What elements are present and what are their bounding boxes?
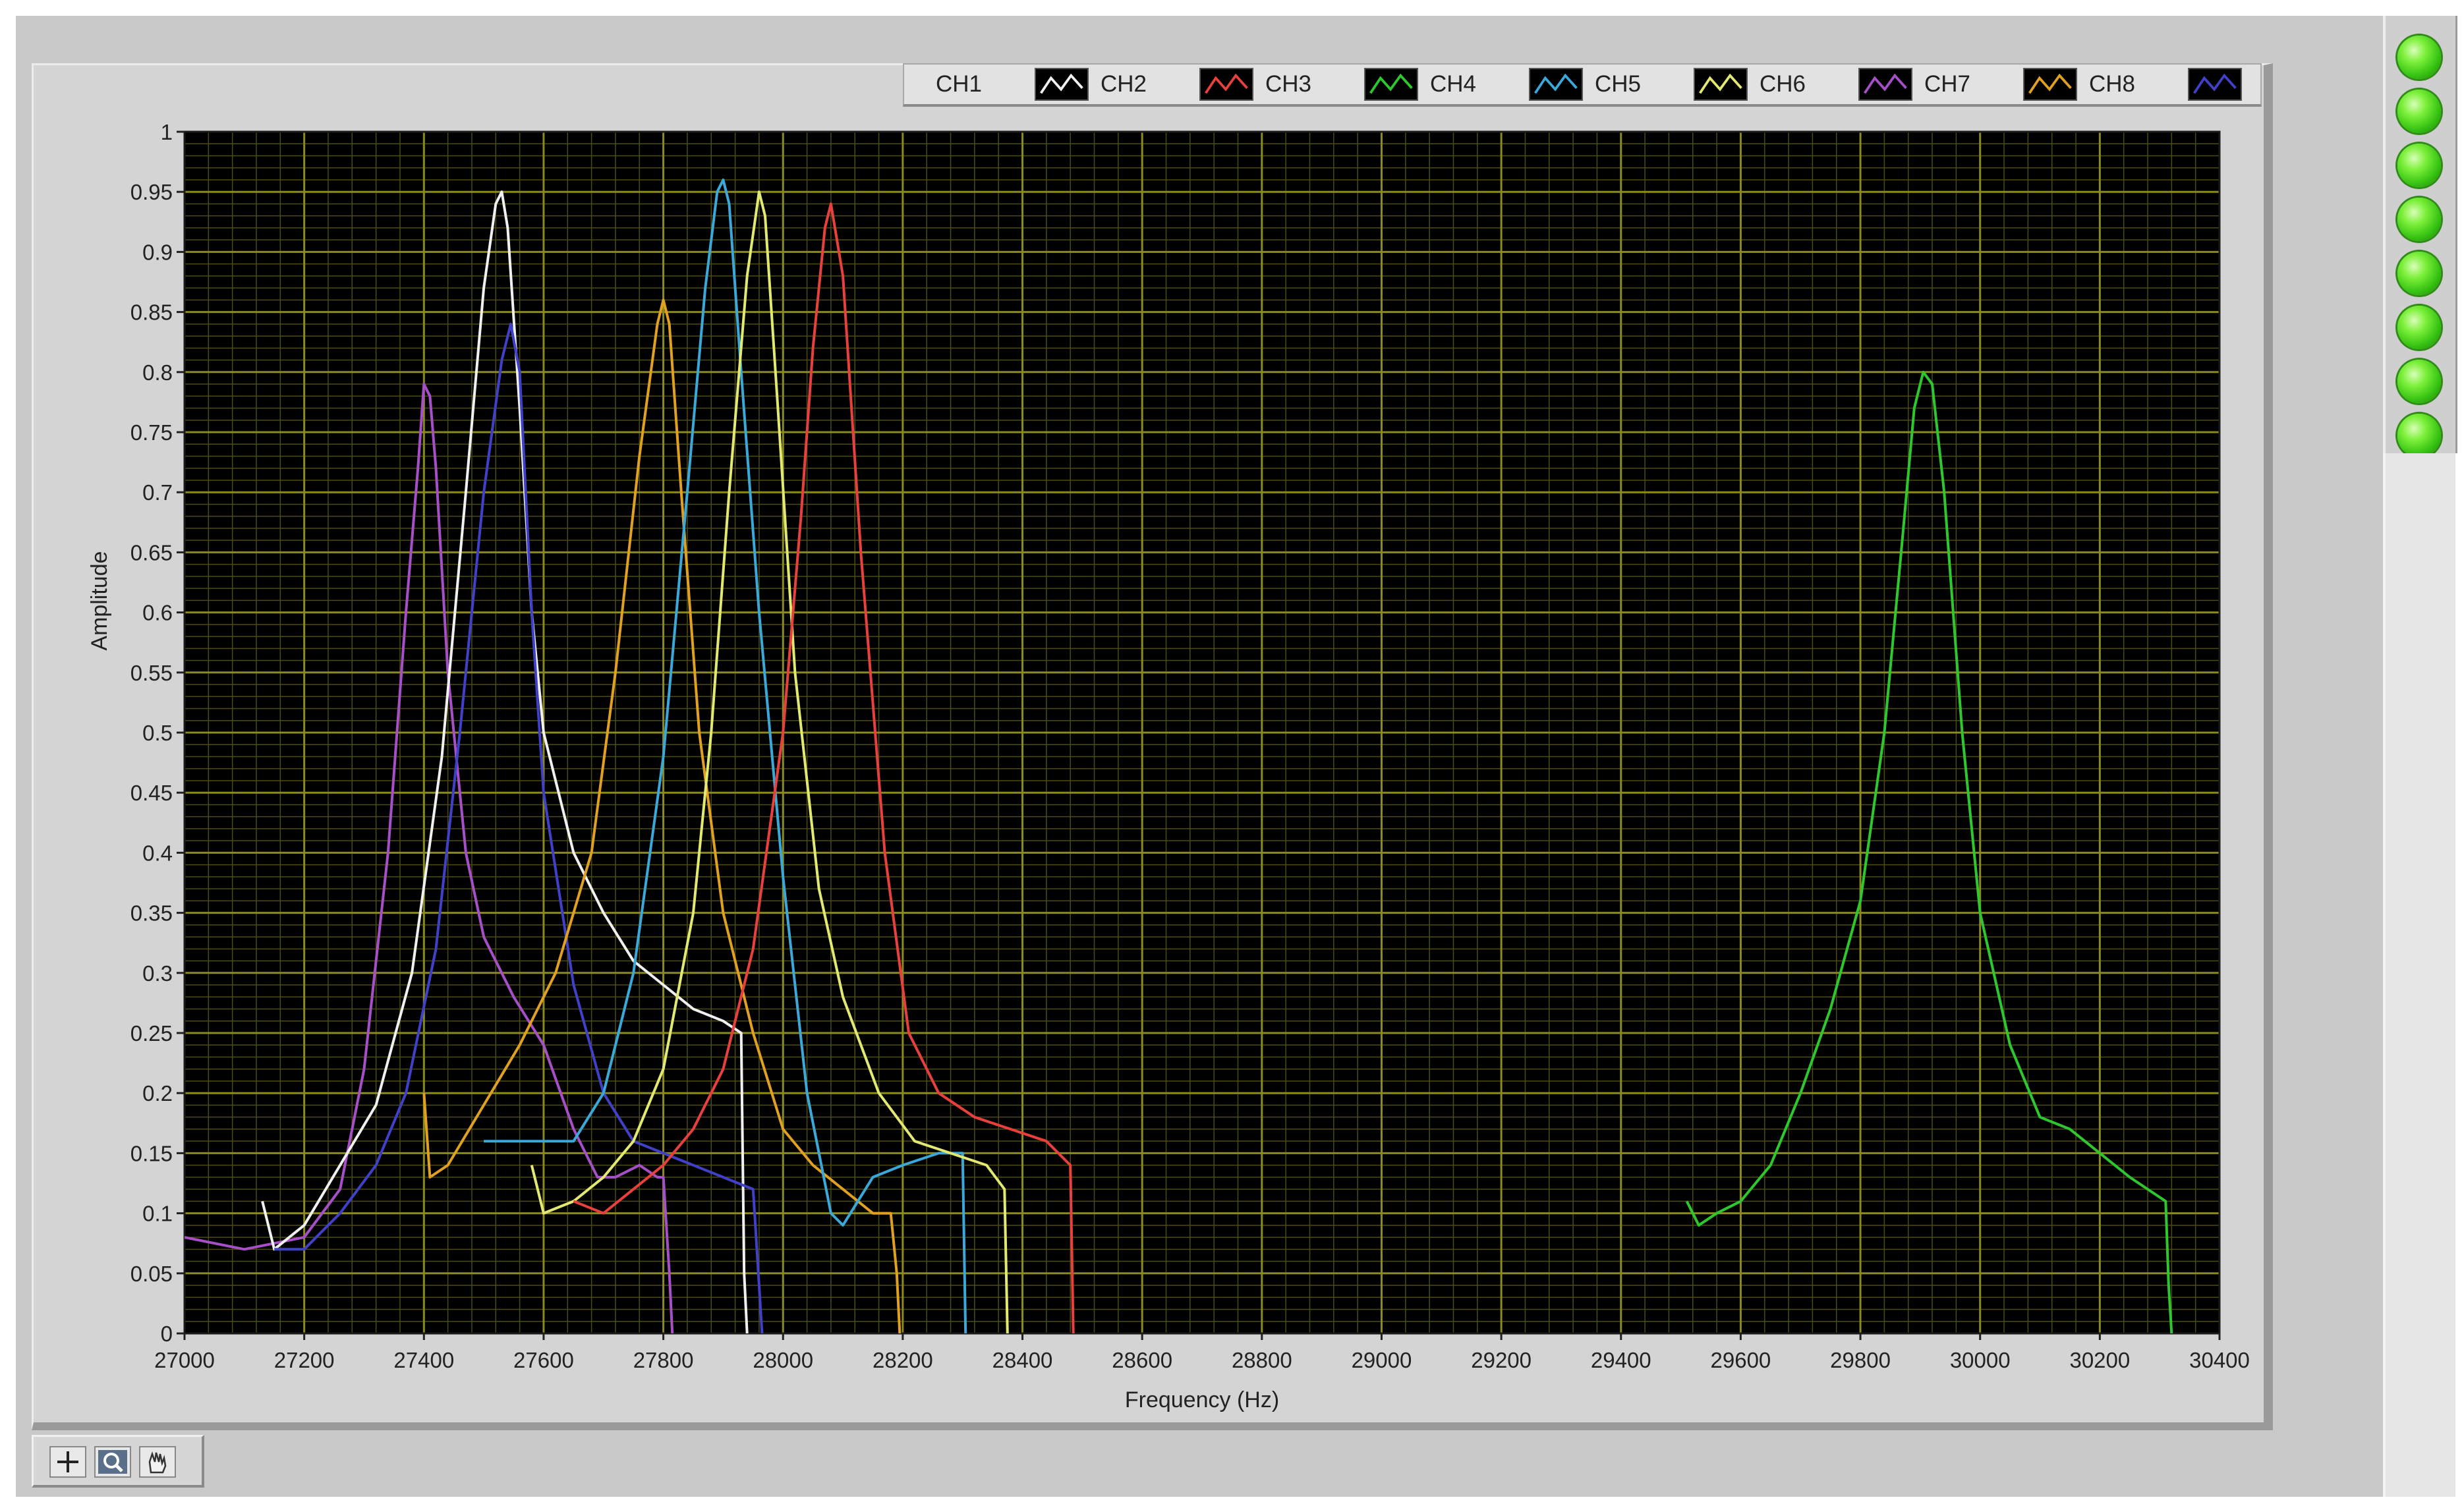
x-axis-label: Frequency (Hz) [1125,1387,1279,1412]
y-tick-label: 0.8 [142,360,173,385]
y-tick-label: 0.05 [130,1262,173,1286]
x-tick-label: 27200 [274,1348,335,1372]
led-indicator [2397,198,2441,241]
y-tick-label: 0.7 [142,480,173,505]
led-indicator [2397,414,2441,457]
x-tick-label: 28200 [873,1348,933,1372]
x-tick-label: 27000 [154,1348,215,1372]
zoom-icon[interactable] [94,1446,131,1478]
x-tick-label: 27400 [393,1348,454,1372]
cursor-move-icon[interactable] [49,1446,86,1478]
waveform-chart: 27000 27200 27400 27600 27800 28000 28200 28400… [87,120,2250,1412]
pan-hand-icon[interactable] [139,1446,176,1478]
y-tick-label: 0.9 [142,240,173,264]
x-tick-label: 30400 [2189,1348,2250,1372]
x-tick-label: 29600 [1711,1348,1771,1372]
led-indicator [2397,360,2441,403]
y-axis-label: Amplitude [87,551,112,650]
led-indicator [2397,144,2441,187]
x-tick-label: 29800 [1830,1348,1891,1372]
led-panel-scroll-area [2383,453,2455,1497]
x-tick-label: 28400 [992,1348,1053,1372]
x-tick-label: 30200 [2069,1348,2130,1372]
x-tick-label: 30000 [1950,1348,2011,1372]
led-indicator [2397,90,2441,133]
x-tick-label: 28000 [753,1348,813,1372]
y-tick-label: 0.45 [130,781,173,805]
y-tick-label: 0.85 [130,300,173,325]
y-tick-label: 0 [161,1322,173,1346]
led-indicator-panel [2383,16,2457,457]
y-tick-label: 0.15 [130,1141,173,1165]
x-tick-label: 29000 [1352,1348,1412,1372]
led-indicator [2397,306,2441,349]
y-tick-label: 1 [161,120,173,144]
x-tick-label: 27800 [633,1348,694,1372]
y-tick-label: 0.5 [142,721,173,745]
y-tick-label: 0.3 [142,961,173,986]
led-indicator [2397,36,2441,79]
x-tick-label: 29400 [1591,1348,1651,1372]
y-tick-label: 0.25 [130,1021,173,1046]
y-tick-label: 0.2 [142,1081,173,1105]
y-tick-label: 0.55 [130,661,173,685]
x-tick-label: 28800 [1232,1348,1292,1372]
y-tick-label: 0.6 [142,601,173,625]
y-tick-label: 0.1 [142,1202,173,1226]
y-tick-label: 0.65 [130,540,173,565]
y-tick-label: 0.75 [130,420,173,445]
graph-tool-palette [32,1435,204,1488]
y-tick-label: 0.35 [130,901,173,926]
x-tick-label: 27600 [513,1348,574,1372]
x-tick-label: 29200 [1471,1348,1532,1372]
led-indicator [2397,252,2441,295]
x-tick-label: 28600 [1112,1348,1172,1372]
y-tick-label: 0.95 [130,180,173,204]
y-tick-label: 0.4 [142,841,173,865]
